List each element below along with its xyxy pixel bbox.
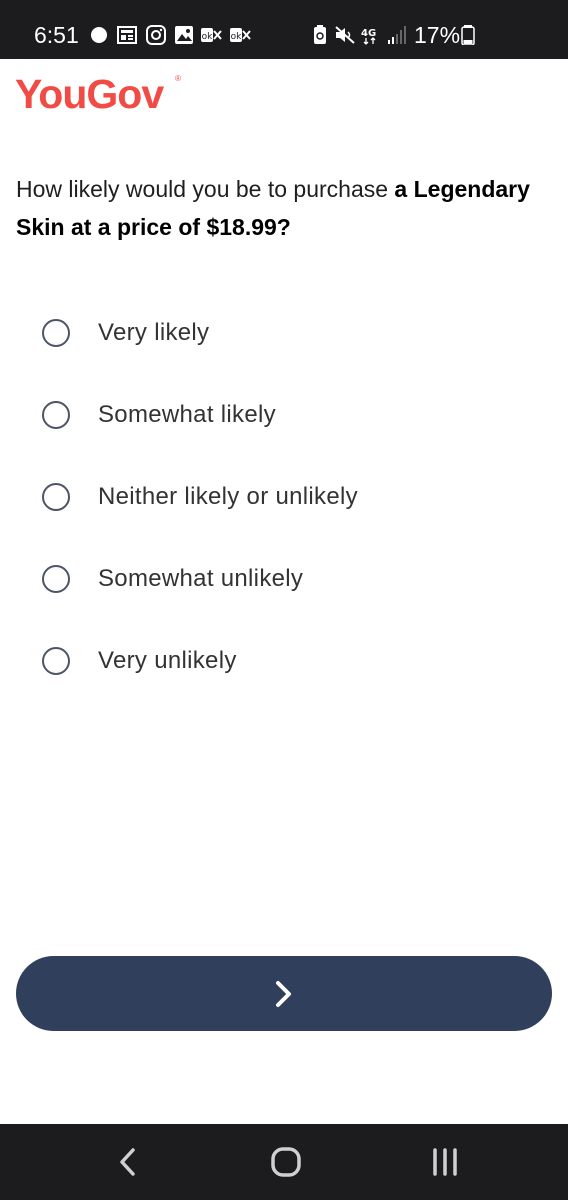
question-text: How likely would you be to purchase a Le… (16, 170, 536, 246)
option-somewhat-unlikely[interactable]: Somewhat unlikely (40, 559, 520, 599)
news-icon (117, 26, 137, 44)
status-time: 6:51 (34, 22, 79, 48)
battery-percent: 17% (414, 22, 461, 48)
signal-app-icon (91, 27, 107, 43)
status-bar: 6:51 ok ok 4G 17% (0, 0, 568, 59)
svg-text:ok: ok (231, 32, 243, 42)
radio-button[interactable] (42, 401, 70, 429)
option-very-likely[interactable]: Very likely (40, 313, 520, 353)
back-icon[interactable] (108, 1144, 148, 1180)
svg-text:ok: ok (202, 32, 214, 42)
yougov-logo: YouGov (15, 71, 164, 117)
option-label: Very likely (98, 319, 210, 346)
chevron-right-icon (276, 980, 291, 1007)
radio-button[interactable] (42, 319, 70, 347)
recents-icon[interactable] (425, 1144, 465, 1180)
option-label: Neither likely or unlikely (98, 483, 358, 510)
battery-saver-icon (314, 25, 326, 44)
ok-icon: ok (201, 28, 222, 42)
battery-icon (461, 25, 475, 45)
logo-registered-mark: ® (175, 74, 181, 83)
ok-icon: ok (230, 28, 251, 42)
radio-button[interactable] (42, 483, 70, 511)
home-icon[interactable] (266, 1144, 306, 1180)
option-label: Somewhat likely (98, 401, 276, 428)
4g-icon: 4G (361, 28, 376, 45)
option-label: Very unlikely (98, 647, 237, 674)
instagram-icon (146, 25, 166, 45)
navigation-bar (0, 1124, 568, 1200)
option-neither[interactable]: Neither likely or unlikely (40, 477, 520, 517)
option-very-unlikely[interactable]: Very unlikely (40, 641, 520, 681)
next-button[interactable] (16, 956, 552, 1031)
option-somewhat-likely[interactable]: Somewhat likely (40, 395, 520, 435)
radio-button[interactable] (42, 565, 70, 593)
radio-button[interactable] (42, 647, 70, 675)
option-label: Somewhat unlikely (98, 565, 304, 592)
question-regular: How likely would you be to purchase (16, 176, 395, 202)
svg-text:4G: 4G (361, 28, 376, 39)
gallery-icon (175, 26, 193, 44)
signal-bars-icon (388, 26, 406, 44)
mute-icon (335, 26, 355, 44)
